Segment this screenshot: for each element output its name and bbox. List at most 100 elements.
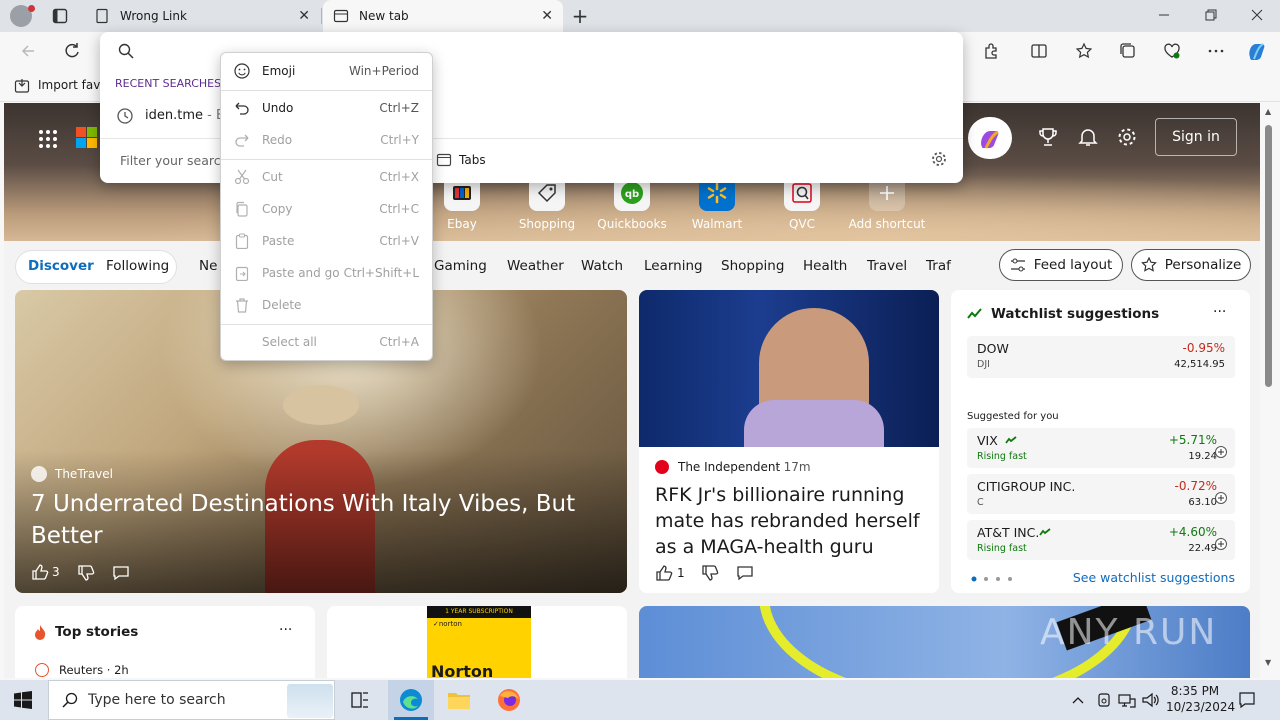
menu-item-delete: Delete: [221, 291, 432, 321]
shortcut-label: Add shortcut: [848, 217, 926, 231]
settings-gear-icon[interactable]: [1117, 127, 1137, 147]
firefox-icon[interactable]: [497, 688, 521, 712]
notifications-bell-icon[interactable]: [1078, 127, 1098, 147]
watchlist-more-button[interactable]: ···: [1213, 304, 1226, 320]
recent-search-item[interactable]: iden.tme - E: [145, 108, 224, 123]
browser-essentials-icon[interactable]: [1160, 39, 1184, 63]
like-count: 1: [677, 566, 685, 580]
tab-wrong-link[interactable]: Wrong Link ✕: [84, 0, 320, 32]
add-to-watchlist-icon[interactable]: [1215, 446, 1227, 458]
ad-card[interactable]: 1 YEAR SUBSCRIPTION ✓norton Norton: [327, 606, 627, 678]
tab-actions-icon[interactable]: [52, 8, 68, 24]
task-view-icon[interactable]: [350, 690, 370, 710]
stock-trend-icon: [967, 308, 983, 320]
shortcut-walmart[interactable]: Walmart: [677, 175, 757, 231]
volume-icon[interactable]: [1142, 692, 1160, 708]
watchlist-row-citigroup[interactable]: CITIGROUP INC. C -0.72% 63.10: [967, 474, 1235, 514]
file-explorer-icon[interactable]: [447, 689, 471, 711]
rewards-trophy-icon[interactable]: [1038, 127, 1058, 147]
rising-icon: [1005, 436, 1017, 444]
scroll-up-icon[interactable]: ▲: [1265, 107, 1271, 116]
tab-weather[interactable]: Weather: [507, 258, 564, 274]
back-arrow-icon[interactable]: [16, 39, 40, 63]
taskbar-search-box[interactable]: Type here to search: [48, 680, 335, 720]
tab-news[interactable]: Ne: [199, 258, 217, 274]
watchlist-row-vix[interactable]: VIX Rising fast +5.71% 19.24: [967, 428, 1235, 468]
redo-icon: [234, 132, 250, 148]
import-favorites-link[interactable]: Import favo: [38, 78, 108, 92]
feed-layout-button[interactable]: Feed layout: [999, 249, 1123, 281]
comment-icon[interactable]: [112, 564, 130, 582]
menu-item-undo[interactable]: Undo Ctrl+Z: [221, 94, 432, 124]
paste-go-icon: [234, 265, 250, 281]
copilot-hero-button[interactable]: [968, 117, 1012, 159]
story-headline[interactable]: 7 Underrated Destinations With Italy Vib…: [31, 488, 591, 552]
scrollbar-thumb[interactable]: [1265, 125, 1272, 387]
dislike-icon[interactable]: [77, 564, 95, 582]
tabs-filter-button[interactable]: Tabs: [459, 153, 486, 167]
tab-watch[interactable]: Watch: [581, 258, 623, 274]
network-icon[interactable]: [1118, 692, 1136, 708]
restore-icon[interactable]: [1204, 8, 1218, 22]
taskbar-edge-button[interactable]: [388, 680, 434, 720]
stock-change: +4.60%: [1168, 525, 1217, 539]
split-screen-icon[interactable]: [1027, 39, 1051, 63]
watchlist-row-att[interactable]: AT&T INC. Rising fast +4.60% 22.49: [967, 520, 1235, 560]
new-tab-plus-icon[interactable]: +: [570, 6, 590, 26]
tab-new-tab[interactable]: New tab ✕: [323, 0, 563, 32]
tab-traffic[interactable]: Traf: [926, 258, 951, 274]
windows-start-icon[interactable]: [14, 691, 32, 709]
dislike-icon[interactable]: [701, 564, 719, 582]
page-scrollbar[interactable]: ▲ ▼: [1262, 103, 1276, 678]
tab-discover[interactable]: Discover: [28, 258, 94, 274]
add-shortcut-button[interactable]: Add shortcut: [847, 175, 927, 231]
notification-center-icon[interactable]: [1238, 691, 1256, 709]
watchlist-row-dow[interactable]: DOW DJI -0.95% 42,514.95: [967, 336, 1235, 378]
menu-item-emoji[interactable]: Emoji Win+Period: [221, 57, 432, 87]
minimize-icon[interactable]: [1157, 8, 1171, 22]
comment-icon[interactable]: [736, 564, 754, 582]
tray-chevron-icon[interactable]: [1071, 694, 1085, 706]
close-tab-icon[interactable]: ✕: [541, 8, 553, 24]
collections-icon[interactable]: [1116, 39, 1140, 63]
shortcut-ebay[interactable]: Ebay: [422, 175, 502, 231]
taskbar-search-placeholder: Type here to search: [88, 692, 226, 708]
shortcut-shopping[interactable]: Shopping: [507, 175, 587, 231]
personalize-star-icon: [1140, 257, 1157, 272]
search-settings-gear-icon[interactable]: [931, 151, 947, 167]
stock-value: 42,514.95: [1174, 359, 1225, 370]
story-headline[interactable]: RFK Jr's billionaire running mate has re…: [655, 482, 925, 560]
tab-shopping[interactable]: Shopping: [721, 258, 784, 274]
close-window-icon[interactable]: [1250, 8, 1264, 22]
like-icon[interactable]: [655, 564, 673, 582]
tab-health[interactable]: Health: [803, 258, 847, 274]
tab-travel[interactable]: Travel: [867, 258, 907, 274]
personalize-button[interactable]: Personalize: [1131, 249, 1251, 281]
like-icon[interactable]: [31, 563, 49, 581]
copilot-icon[interactable]: [1245, 39, 1269, 63]
filter-search-placeholder[interactable]: Filter your search: [120, 153, 229, 168]
tab-learning[interactable]: Learning: [644, 258, 703, 274]
tab-following[interactable]: Following: [106, 258, 169, 274]
sign-in-button[interactable]: Sign in: [1155, 118, 1237, 156]
refresh-icon[interactable]: [60, 39, 84, 63]
carousel-dots[interactable]: [971, 576, 1017, 582]
see-watchlist-link[interactable]: See watchlist suggestions: [1073, 570, 1235, 585]
clock-date: 10/23/2024: [1166, 700, 1236, 714]
more-menu-icon[interactable]: [1204, 39, 1228, 63]
stock-sub: Rising fast: [977, 543, 1027, 554]
shortcut-qvc[interactable]: QVC: [762, 175, 842, 231]
top-stories-more-button[interactable]: ···: [279, 622, 292, 638]
add-to-watchlist-icon[interactable]: [1215, 492, 1227, 504]
favorites-star-icon[interactable]: [1072, 39, 1096, 63]
app-launcher-icon[interactable]: [38, 129, 58, 149]
add-to-watchlist-icon[interactable]: [1215, 538, 1227, 550]
scroll-down-icon[interactable]: ▼: [1265, 658, 1271, 667]
story-card-independent[interactable]: The Independent · 17m RFK Jr's billionai…: [639, 290, 939, 593]
shortcut-quickbooks[interactable]: qb Quickbooks: [592, 175, 672, 231]
taskbar-clock[interactable]: 8:35 PM 10/23/2024: [1166, 683, 1236, 717]
tray-device-icon[interactable]: [1096, 692, 1112, 708]
close-tab-icon[interactable]: ✕: [298, 8, 310, 24]
tab-gaming[interactable]: Gaming: [434, 258, 487, 274]
extensions-icon[interactable]: [979, 39, 1003, 63]
